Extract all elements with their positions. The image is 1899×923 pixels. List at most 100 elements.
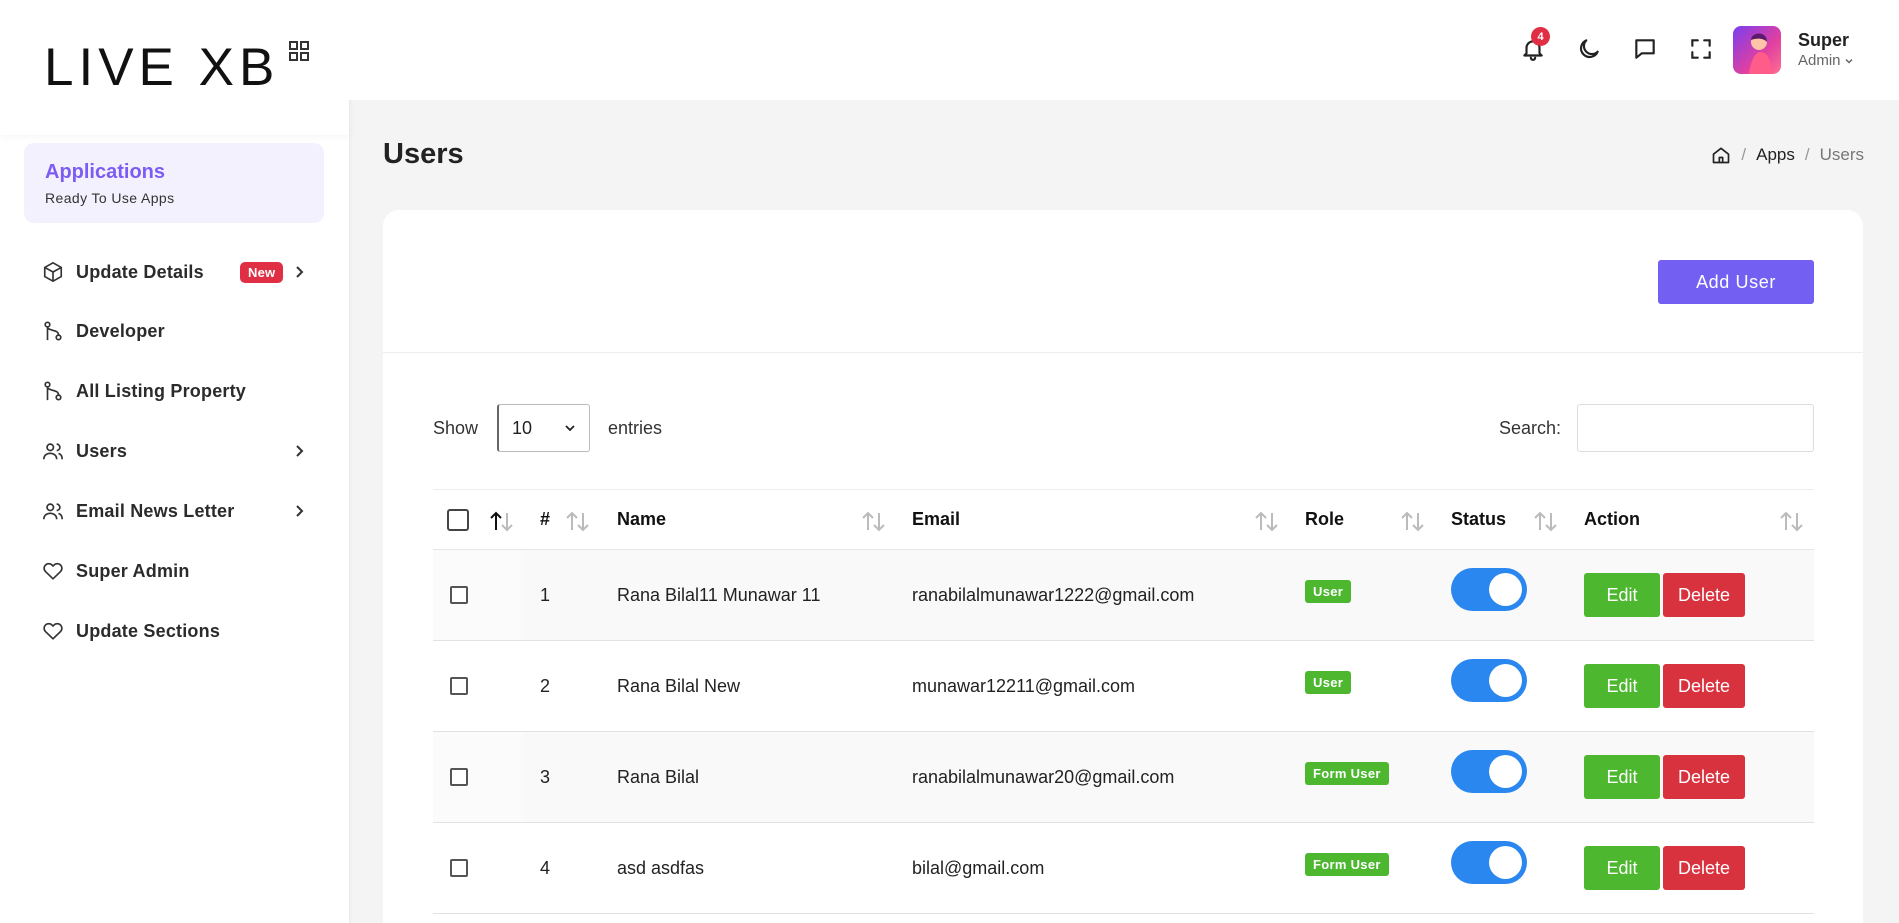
git-branch-icon: [44, 321, 62, 341]
table-row: 3 Rana Bilal ranabilalmunawar20@gmail.co…: [433, 731, 1814, 823]
column-header-email[interactable]: Email: [896, 489, 1289, 550]
fullscreen-icon[interactable]: [1688, 36, 1714, 62]
sort-icon[interactable]: [564, 510, 590, 532]
chat-icon[interactable]: [1632, 36, 1658, 62]
avatar-figure-icon: [1749, 33, 1773, 74]
toggle-knob: [1489, 572, 1522, 606]
sidebar-item-label: Developer: [76, 320, 165, 341]
row-select-cell: [433, 822, 524, 914]
sidebar-item-email-news-letter[interactable]: Email News Letter: [42, 493, 312, 529]
avatar[interactable]: [1733, 26, 1781, 74]
delete-button[interactable]: Delete: [1663, 573, 1745, 617]
app-grid-icon[interactable]: [288, 40, 310, 62]
table-header-row: # Name Email Role Status Action: [433, 489, 1814, 550]
status-toggle[interactable]: [1451, 749, 1527, 793]
row-status-cell: [1435, 640, 1568, 732]
row-checkbox[interactable]: [450, 677, 468, 695]
sidebar-item-label: Email News Letter: [76, 500, 235, 521]
search-input[interactable]: [1577, 404, 1814, 452]
sort-icon[interactable]: [1778, 510, 1804, 532]
row-status-cell: [1435, 822, 1568, 914]
row-action-cell: Edit Delete: [1568, 822, 1814, 914]
sidebar-item-label: All Listing Property: [76, 380, 247, 401]
sidebar-item-update-details[interactable]: Update Details New: [42, 254, 312, 290]
status-toggle[interactable]: [1451, 658, 1527, 702]
row-email: ranabilalmunawar20@gmail.com: [896, 731, 1289, 823]
delete-button[interactable]: Delete: [1663, 846, 1745, 890]
user-role[interactable]: Admin: [1798, 52, 1854, 69]
sidebar-item-label: Super Admin: [76, 560, 190, 581]
column-header-role[interactable]: Role: [1289, 489, 1435, 550]
breadcrumb-separator: /: [1741, 145, 1747, 164]
user-name[interactable]: Super: [1798, 30, 1849, 51]
applications-subtitle: Ready To Use Apps: [45, 190, 175, 206]
row-email: munawar12211@gmail.com: [896, 640, 1289, 732]
column-header-action[interactable]: Action: [1568, 489, 1814, 550]
row-status-cell: [1435, 731, 1568, 823]
applications-panel[interactable]: Applications Ready To Use Apps: [24, 143, 324, 223]
sidebar-item-super-admin[interactable]: Super Admin: [42, 553, 312, 589]
column-header-id[interactable]: #: [524, 489, 601, 550]
edit-button[interactable]: Edit: [1584, 755, 1660, 799]
breadcrumb-separator: /: [1804, 145, 1810, 164]
row-checkbox[interactable]: [450, 768, 468, 786]
sort-asc-icon[interactable]: [488, 510, 514, 532]
row-email: bilal@gmail.com: [896, 822, 1289, 914]
row-id: 3: [524, 731, 601, 823]
edit-button[interactable]: Edit: [1584, 664, 1660, 708]
row-select-cell: [433, 731, 524, 823]
column-header-label: Role: [1305, 509, 1345, 529]
sort-icon[interactable]: [860, 510, 886, 532]
row-name: Rana Bilal New: [601, 640, 896, 732]
sidebar-item-users[interactable]: Users: [42, 433, 312, 469]
edit-button[interactable]: Edit: [1584, 573, 1660, 617]
page-title: Users: [383, 138, 464, 170]
toggle-knob: [1489, 845, 1522, 879]
home-icon[interactable]: [1711, 145, 1731, 165]
breadcrumb-apps[interactable]: Apps: [1756, 145, 1795, 165]
sidebar: LIVE XB Applications Ready To Use Apps U…: [0, 0, 349, 923]
sidebar-item-all-listing-property[interactable]: All Listing Property: [42, 373, 312, 409]
chevron-right-icon: [296, 445, 304, 457]
row-checkbox[interactable]: [450, 586, 468, 604]
select-all-checkbox[interactable]: [447, 508, 469, 531]
row-role-cell: User: [1289, 640, 1435, 732]
status-toggle[interactable]: [1451, 840, 1527, 884]
users-card: Add User Show 10 entries Search: # Name …: [383, 210, 1863, 923]
entries-select[interactable]: 10: [497, 404, 590, 452]
sidebar-item-update-sections[interactable]: Update Sections: [42, 613, 312, 649]
delete-button[interactable]: Delete: [1663, 664, 1745, 708]
chevron-right-icon: [296, 266, 304, 278]
table-row: 4 asd asdfas bilal@gmail.com Form User E…: [433, 822, 1814, 914]
row-action-cell: Edit Delete: [1568, 640, 1814, 732]
moon-icon[interactable]: [1576, 36, 1602, 62]
row-checkbox[interactable]: [450, 859, 468, 877]
row-name: asd asdfas: [601, 822, 896, 914]
add-user-button[interactable]: Add User: [1658, 260, 1814, 304]
edit-button[interactable]: Edit: [1584, 846, 1660, 890]
select-all-header[interactable]: [433, 489, 524, 550]
role-badge: Form User: [1305, 852, 1389, 876]
toggle-knob: [1489, 754, 1522, 788]
logo[interactable]: LIVE XB: [44, 41, 279, 94]
status-toggle[interactable]: [1451, 567, 1527, 611]
row-action-cell: Edit Delete: [1568, 731, 1814, 823]
column-header-name[interactable]: Name: [601, 489, 896, 550]
sidebar-item-developer[interactable]: Developer: [42, 313, 312, 349]
row-select-cell: [433, 640, 524, 732]
role-badge: User: [1305, 579, 1352, 603]
heart-icon: [43, 562, 63, 580]
column-header-status[interactable]: Status: [1435, 489, 1568, 550]
delete-button[interactable]: Delete: [1663, 755, 1745, 799]
row-action-cell: Edit Delete: [1568, 549, 1814, 641]
chevron-down-icon: [565, 425, 575, 432]
new-badge: New: [240, 261, 284, 283]
row-id: 1: [524, 549, 601, 641]
row-name: Rana Bilal11 Munawar 11: [601, 549, 896, 641]
row-role-cell: Form User: [1289, 731, 1435, 823]
role-badge: User: [1305, 670, 1352, 694]
sort-icon[interactable]: [1253, 510, 1279, 532]
sort-icon[interactable]: [1399, 510, 1425, 532]
chevron-right-icon: [296, 505, 304, 517]
sort-icon[interactable]: [1532, 510, 1558, 532]
